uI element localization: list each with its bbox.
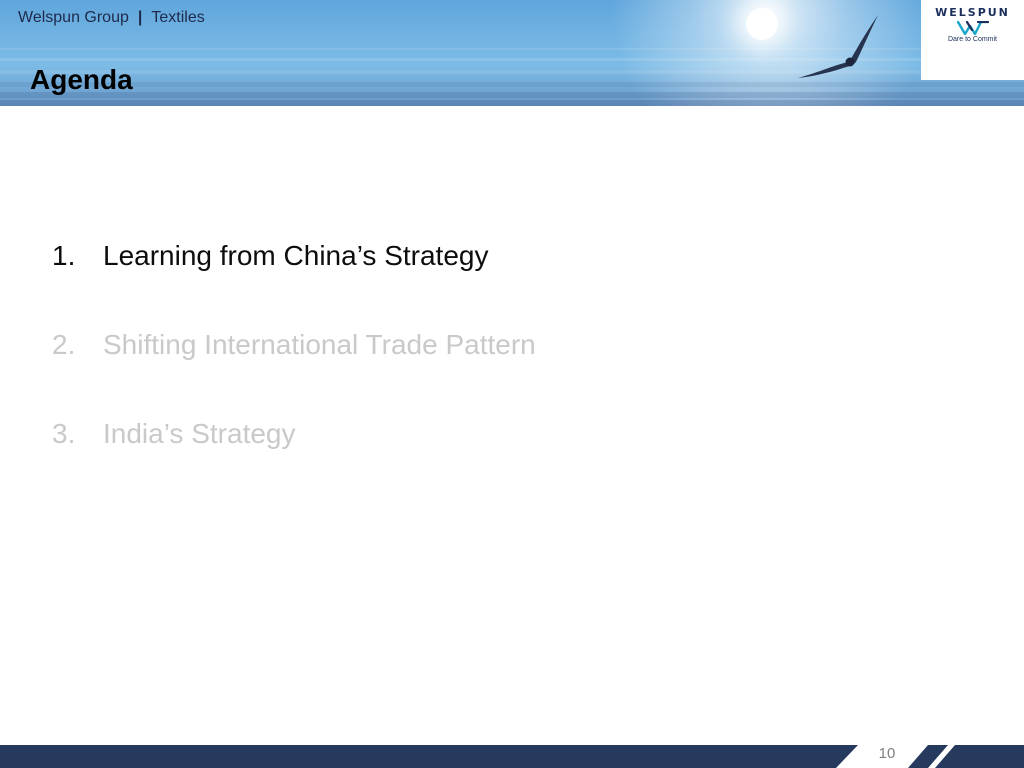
agenda-item-label: India’s Strategy	[103, 418, 296, 449]
logo-brand-text: WELSPUN	[935, 6, 1010, 19]
welspun-w-mark-icon	[957, 21, 989, 35]
seagull-icon	[798, 15, 878, 78]
company-name: Welspun Group	[18, 9, 129, 26]
page-title: Agenda	[30, 64, 133, 95]
agenda-item-number: 3.	[52, 418, 76, 449]
agenda-item-label: Learning from China’s Strategy	[103, 240, 489, 271]
logo-tagline: Dare to Commit	[947, 36, 997, 43]
slide: Welspun Group | Textiles Agenda WELSPUN Da…	[0, 0, 1024, 768]
agenda-item-label: Shifting International Trade Pattern	[103, 329, 536, 360]
sun-icon	[746, 8, 778, 40]
agenda-item-number: 1.	[52, 240, 76, 271]
header-banner: Welspun Group | Textiles Agenda	[0, 0, 1024, 106]
welspun-logo: WELSPUN Dare to Commit	[921, 0, 1024, 80]
breadcrumb-separator: |	[137, 9, 143, 26]
page-number: 10	[878, 745, 896, 762]
breadcrumb: Welspun Group | Textiles	[18, 9, 205, 27]
agenda-item-number: 2.	[52, 329, 76, 360]
division-name: Textiles	[151, 9, 205, 26]
